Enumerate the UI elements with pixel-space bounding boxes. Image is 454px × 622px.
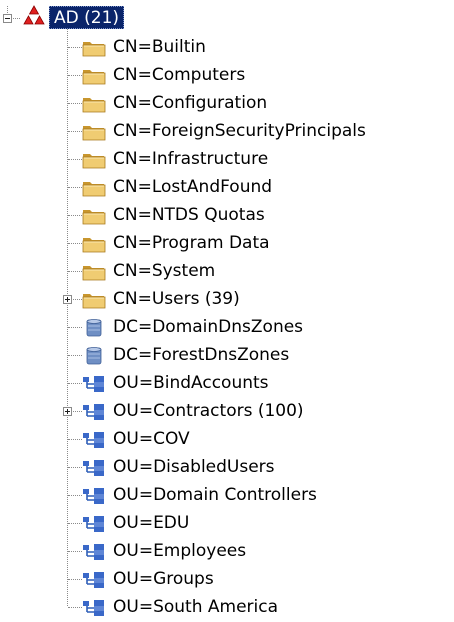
tree-connector [68, 159, 82, 160]
tree-node[interactable]: OU=COV [0, 426, 454, 454]
tree-node-label[interactable]: CN=Builtin [113, 37, 206, 58]
tree-node-label[interactable]: OU=DisabledUsers [113, 457, 275, 478]
org-unit-icon [82, 402, 106, 422]
tree-node-label[interactable]: OU=BindAccounts [113, 373, 269, 394]
tree-node[interactable]: OU=South America [0, 594, 454, 622]
org-unit-icon [82, 458, 106, 478]
folder-icon [82, 206, 106, 226]
org-unit-icon [82, 486, 106, 506]
tree-node[interactable]: OU=DisabledUsers [0, 454, 454, 482]
folder-icon [82, 94, 106, 114]
tree-node[interactable]: CN=ForeignSecurityPrincipals [0, 118, 454, 146]
tree-node[interactable]: CN=Configuration [0, 90, 454, 118]
expand-toggle[interactable] [63, 295, 72, 304]
folder-icon [82, 262, 106, 282]
folder-icon [82, 290, 106, 310]
org-unit-icon [82, 570, 106, 590]
tree-node[interactable]: OU=EDU [0, 510, 454, 538]
tree-connector [68, 47, 82, 48]
tree-connector [68, 131, 82, 132]
tree-node[interactable]: CN=Program Data [0, 230, 454, 258]
root-collapse-toggle[interactable] [3, 14, 12, 23]
org-unit-icon [82, 598, 106, 618]
tree-node[interactable]: OU=Employees [0, 538, 454, 566]
tree-node[interactable]: DC=ForestDnsZones [0, 342, 454, 370]
tree-connector [68, 523, 82, 524]
tree-node-label[interactable]: OU=Contractors (100) [113, 401, 304, 422]
org-unit-icon [82, 514, 106, 534]
tree-node-label[interactable]: OU=South America [113, 597, 278, 618]
tree-connector [68, 271, 82, 272]
org-unit-icon [82, 374, 106, 394]
tree-node-label[interactable]: OU=COV [113, 429, 190, 450]
tree-node[interactable]: OU=Contractors (100) [0, 398, 454, 426]
tree-node-label[interactable]: OU=EDU [113, 513, 189, 534]
tree-node-label[interactable]: CN=Configuration [113, 93, 267, 114]
tree-connector [13, 18, 20, 19]
database-icon [82, 346, 106, 366]
tree-node-label[interactable]: CN=ForeignSecurityPrincipals [113, 121, 366, 142]
tree-node-label[interactable]: DC=DomainDnsZones [113, 317, 303, 338]
tree-node-label[interactable]: CN=Computers [113, 65, 245, 86]
tree-node[interactable]: OU=Groups [0, 566, 454, 594]
tree-node-label[interactable]: CN=Infrastructure [113, 149, 268, 170]
tree-connector [68, 467, 82, 468]
root-node-label[interactable]: AD (21) [49, 6, 125, 29]
tree-connector [68, 579, 82, 580]
tree-node-label[interactable]: CN=Program Data [113, 233, 270, 254]
tree-node[interactable]: CN=Users (39) [0, 286, 454, 314]
tree-node[interactable]: CN=Computers [0, 62, 454, 90]
folder-icon [82, 234, 106, 254]
tree-node-label[interactable]: CN=LostAndFound [113, 177, 272, 198]
folder-icon [82, 38, 106, 58]
tree-connector [68, 383, 82, 384]
tree-node[interactable]: OU=Domain Controllers [0, 482, 454, 510]
tree-node-label[interactable]: CN=System [113, 261, 215, 282]
folder-icon [82, 122, 106, 142]
tree-node[interactable]: CN=Builtin [0, 34, 454, 62]
tree-node-label[interactable]: OU=Domain Controllers [113, 485, 317, 506]
tree-connector [68, 215, 82, 216]
directory-tree: AD (21) CN=Builtin CN=Computers CN=Configu… [0, 0, 454, 617]
tree-node[interactable]: CN=LostAndFound [0, 174, 454, 202]
expand-toggle[interactable] [63, 407, 72, 416]
tree-node[interactable]: OU=BindAccounts [0, 370, 454, 398]
tree-node-label[interactable]: CN=NTDS Quotas [113, 205, 265, 226]
tree-connector [68, 187, 82, 188]
tree-node[interactable]: CN=NTDS Quotas [0, 202, 454, 230]
tree-node[interactable]: CN=System [0, 258, 454, 286]
ad-domain-icon [23, 5, 45, 25]
tree-node-label[interactable]: OU=Groups [113, 569, 214, 590]
tree-connector [68, 243, 82, 244]
tree-connector [68, 103, 82, 104]
org-unit-icon [82, 542, 106, 562]
tree-connector [68, 495, 82, 496]
tree-connector [68, 607, 82, 608]
tree-node[interactable]: CN=Infrastructure [0, 146, 454, 174]
tree-node-label[interactable]: OU=Employees [113, 541, 246, 562]
folder-icon [82, 178, 106, 198]
tree-node-label[interactable]: DC=ForestDnsZones [113, 345, 289, 366]
database-icon [82, 318, 106, 338]
tree-connector [68, 75, 82, 76]
tree-node[interactable]: DC=DomainDnsZones [0, 314, 454, 342]
tree-connector [68, 551, 82, 552]
tree-connector [68, 439, 82, 440]
folder-icon [82, 150, 106, 170]
tree-node-label[interactable]: CN=Users (39) [113, 289, 240, 310]
tree-connector [68, 327, 82, 328]
tree-connector [68, 355, 82, 356]
folder-icon [82, 66, 106, 86]
org-unit-icon [82, 430, 106, 450]
